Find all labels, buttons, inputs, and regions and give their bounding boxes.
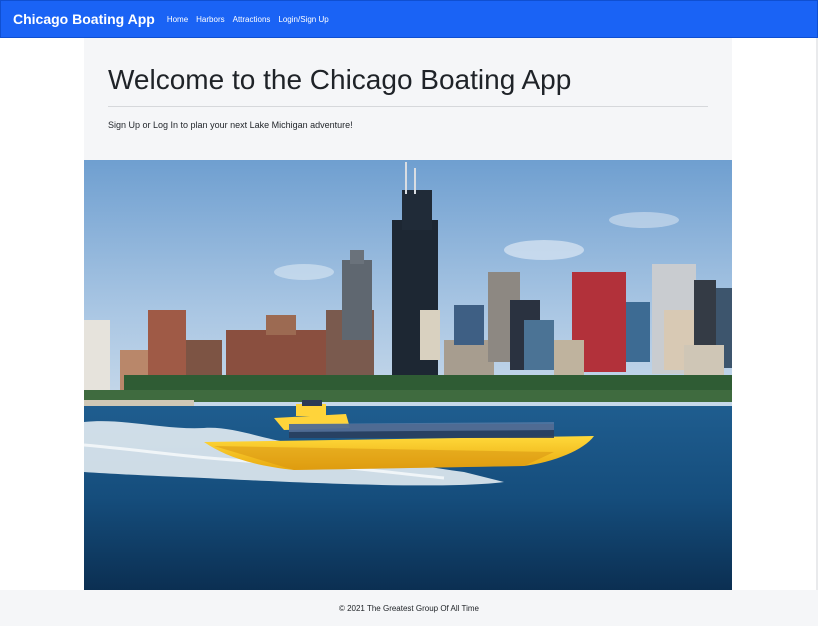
skyline-boat-illustration bbox=[84, 160, 732, 590]
nav-link-harbors[interactable]: Harbors bbox=[196, 15, 224, 24]
nav-link-login-signup[interactable]: Login/Sign Up bbox=[278, 15, 328, 24]
welcome-jumbotron: Welcome to the Chicago Boating App Sign … bbox=[84, 38, 732, 160]
hero-image-chicago-skyline bbox=[84, 160, 732, 590]
footer: © 2021 The Greatest Group Of All Time bbox=[0, 590, 818, 626]
navbar: Chicago Boating App Home Harbors Attract… bbox=[0, 0, 818, 38]
divider bbox=[108, 106, 708, 107]
page-title: Welcome to the Chicago Boating App bbox=[108, 64, 572, 95]
copyright-text: © 2021 The Greatest Group Of All Time bbox=[338, 603, 480, 613]
brand-link[interactable]: Chicago Boating App bbox=[13, 11, 155, 27]
nav-link-home[interactable]: Home bbox=[167, 15, 188, 24]
nav-link-attractions[interactable]: Attractions bbox=[233, 15, 271, 24]
lead-text: Sign Up or Log In to plan your next Lake… bbox=[108, 120, 353, 130]
